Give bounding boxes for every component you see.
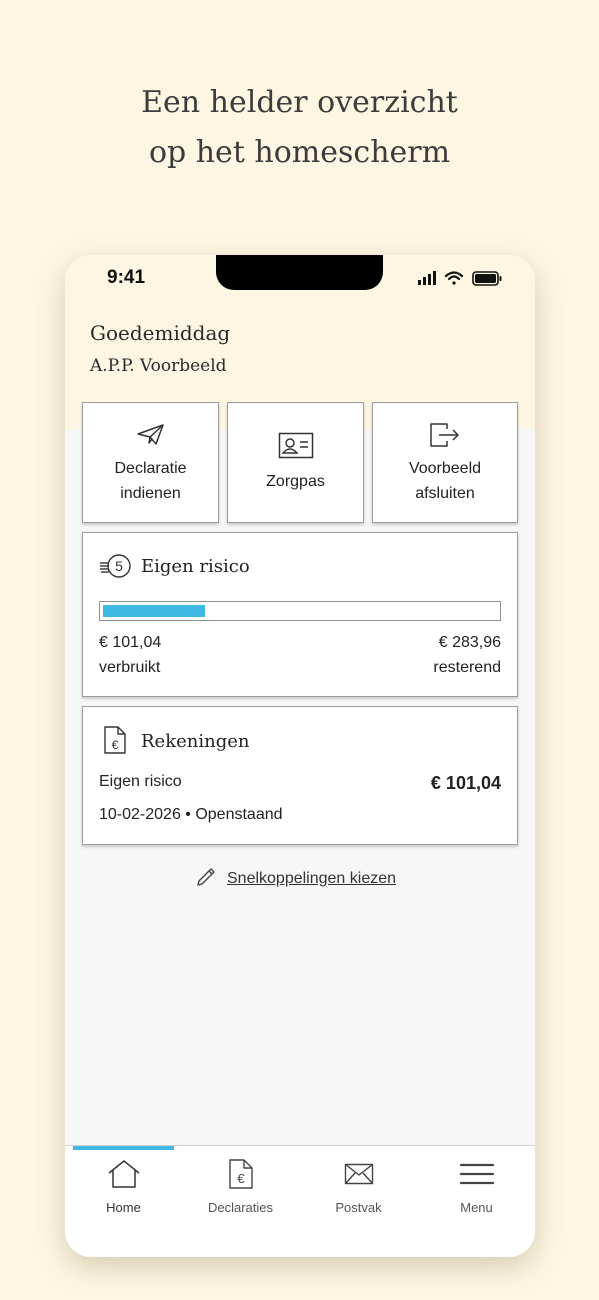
tab-label: Postvak [335,1200,382,1215]
user-name: A.P.P. Voorbeeld [90,356,227,376]
phone-screen: 9:41 Goedemiddag A.P.P. Voorbeeld Declar… [65,255,535,1257]
remaining-amount: € 283,96 [438,634,501,651]
shortcut-label: Snelkoppelingen kiezen [227,870,397,887]
bill-item-label: Eigen risico [99,773,182,790]
tile-label: Voorbeeld afsluiten [408,459,482,502]
rekeningen-title: Rekeningen [141,731,250,752]
headline-line-1: Een helder overzicht [141,85,458,120]
zorgpas-button[interactable]: Zorgpas [227,402,364,523]
tab-declaraties[interactable]: € Declaraties [182,1146,299,1226]
bill-item-meta: 10-02-2026 • Openstaand [99,806,283,823]
battery-icon [472,271,502,286]
invoice-euro-icon: € [228,1158,254,1190]
remaining-label: resterend [433,659,501,676]
tile-label: Zorgpas [266,473,325,490]
eigen-risico-progress-bar [99,601,501,621]
paper-plane-icon [136,420,166,450]
logout-icon [429,420,461,450]
tab-home[interactable]: Home [65,1146,182,1226]
svg-text:€: € [112,738,119,752]
pencil-icon [195,866,217,893]
status-time: 9:41 [107,267,146,288]
tab-label: Declaraties [207,1200,274,1215]
tab-postvak[interactable]: Postvak [300,1146,417,1226]
svg-text:5: 5 [115,558,123,574]
id-card-icon [278,431,314,461]
used-amount: € 101,04 [99,634,162,651]
used-label: verbruikt [99,659,161,676]
status-icons [415,269,505,289]
snelkoppelingen-kiezen-link[interactable]: Snelkoppelingen kiezen [195,867,396,891]
eigen-risico-card[interactable]: 5 Eigen risico € 101,04 verbruikt € 283,… [82,532,518,697]
invoice-euro-icon: € [103,725,127,760]
svg-text:€: € [237,1171,245,1186]
signal-icon [418,271,436,285]
home-icon [107,1158,141,1190]
tab-label: Menu [460,1200,493,1215]
wifi-icon [444,271,464,285]
tab-label: Home [106,1200,141,1215]
tab-menu[interactable]: Menu [418,1146,535,1226]
coins-5-icon: 5 [98,553,132,586]
declaratie-indienen-button[interactable]: Declaratie indienen [82,402,219,523]
voorbeeld-afsluiten-button[interactable]: Voorbeeld afsluiten [372,402,518,523]
headline-line-2: op het homescherm [148,135,451,170]
envelope-icon [344,1158,374,1190]
rekeningen-card[interactable]: € Rekeningen Eigen risico € 101,04 10-02… [82,706,518,845]
eigen-risico-title: Eigen risico [141,556,250,577]
bottom-tab-bar: Home € Declaraties Postvak Menu [65,1145,535,1257]
bill-item-amount: € 101,04 [430,773,501,793]
hamburger-menu-icon [459,1158,495,1190]
progress-fill [103,605,205,617]
tile-label: Declaratie indienen [114,459,187,502]
greeting: Goedemiddag [90,321,231,345]
marketing-headline: Een helder overzicht op het homescherm [0,78,599,178]
phone-notch [216,255,383,290]
